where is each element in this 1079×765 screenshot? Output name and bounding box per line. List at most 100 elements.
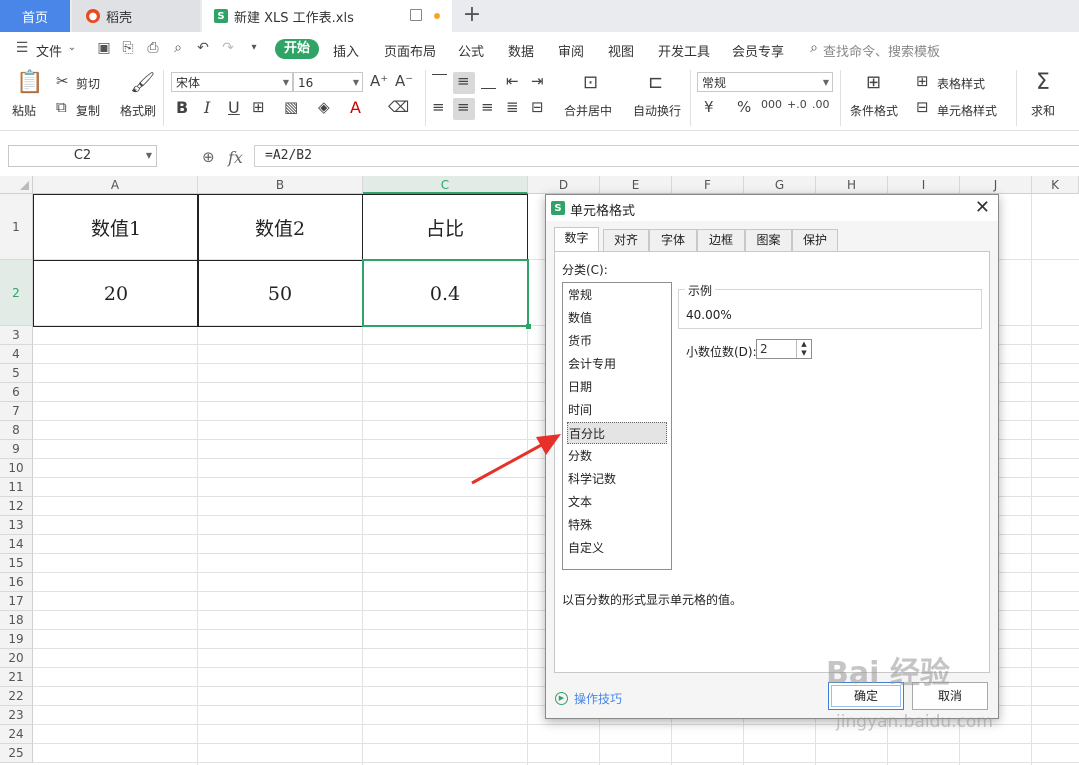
redo-icon[interactable]: ↷ <box>220 40 236 56</box>
window-icon[interactable] <box>410 9 422 21</box>
spin-arrows-icon[interactable]: ▲ ▼ <box>796 340 811 358</box>
italic-icon[interactable]: I <box>204 98 210 117</box>
dialog-tab-5[interactable]: 保护 <box>792 229 838 251</box>
conditional-format-button[interactable]: 条件格式 <box>850 102 898 119</box>
select-all-corner[interactable] <box>0 176 33 194</box>
column-header-C[interactable]: C <box>363 176 528 194</box>
row-header-24[interactable]: 24 <box>0 725 33 744</box>
increase-decimal-icon[interactable]: +.0 <box>787 98 807 111</box>
row-header-12[interactable]: 12 <box>0 497 33 516</box>
conditional-format-icon[interactable]: ⊞ <box>866 72 881 93</box>
number-format-select[interactable]: 常规 ▼ <box>697 72 833 92</box>
table-style-button[interactable]: 表格样式 <box>937 75 985 92</box>
print-preview-icon[interactable]: ⌕ <box>170 40 186 56</box>
thousands-icon[interactable]: 000 <box>761 98 782 111</box>
copy-icon[interactable]: ⧉ <box>56 98 67 116</box>
row-header-18[interactable]: 18 <box>0 611 33 630</box>
paste-button[interactable]: 粘贴 <box>12 102 36 119</box>
undo-icon[interactable]: ↶ <box>195 40 211 56</box>
decrease-indent-icon[interactable]: ⇤ <box>506 72 519 90</box>
category-item[interactable]: 时间 <box>567 399 667 421</box>
category-item[interactable]: 自定义 <box>567 537 667 559</box>
increase-indent-icon[interactable]: ⇥ <box>531 72 544 90</box>
hamburger-menu-icon[interactable]: ☰ <box>14 40 30 56</box>
dialog-tab-2[interactable]: 字体 <box>649 229 697 251</box>
fill-handle[interactable] <box>526 324 531 329</box>
wrap-text-icon[interactable]: ⊏ <box>648 72 663 93</box>
cell-style-button[interactable]: 单元格样式 <box>937 102 997 119</box>
eraser-icon[interactable]: ⌫ <box>388 98 409 116</box>
chevron-down-icon[interactable]: ⌄ <box>64 40 80 56</box>
dialog-tab-4[interactable]: 图案 <box>745 229 792 251</box>
paste-icon[interactable]: 📋 <box>16 70 43 95</box>
column-header-H[interactable]: H <box>816 176 888 194</box>
scissors-icon[interactable]: ✂ <box>56 72 69 90</box>
menu-developer[interactable]: 开发工具 <box>658 41 710 60</box>
row-header-4[interactable]: 4 <box>0 345 33 364</box>
dialog-tab-0[interactable]: 数字 <box>554 227 599 251</box>
cell-A1[interactable]: 数值1 <box>33 194 199 261</box>
cell-style-icon[interactable]: ⊟ <box>916 98 929 116</box>
increase-font-icon[interactable]: A⁺ <box>370 72 388 90</box>
row-header-15[interactable]: 15 <box>0 554 33 573</box>
menu-formula[interactable]: 公式 <box>458 41 484 60</box>
table-style-icon[interactable]: ⊞ <box>916 72 929 90</box>
align-top-icon[interactable]: ⎺ <box>432 72 447 90</box>
percent-icon[interactable]: % <box>737 98 751 116</box>
row-header-23[interactable]: 23 <box>0 706 33 725</box>
add-tab-button[interactable]: + <box>460 3 484 27</box>
category-item[interactable]: 数值 <box>567 307 667 329</box>
row-header-20[interactable]: 20 <box>0 649 33 668</box>
sum-icon[interactable]: Σ <box>1036 70 1050 95</box>
font-color-icon[interactable]: A <box>350 98 361 117</box>
row-header-22[interactable]: 22 <box>0 687 33 706</box>
save-icon[interactable]: ▣ <box>96 40 112 56</box>
column-header-D[interactable]: D <box>528 176 600 194</box>
row-header-6[interactable]: 6 <box>0 383 33 402</box>
row-header-2[interactable]: 2 <box>0 260 33 326</box>
menu-file[interactable]: 文件 <box>36 41 62 60</box>
tab-document[interactable]: S 新建 XLS 工作表.xls <box>202 0 452 32</box>
merge-center-icon[interactable]: ⊡ <box>583 72 598 93</box>
row-header-16[interactable]: 16 <box>0 573 33 592</box>
category-item[interactable]: 特殊 <box>567 514 667 536</box>
category-item[interactable]: 百分比 <box>567 422 667 444</box>
cell-A2[interactable]: 20 <box>33 260 199 327</box>
tips-link[interactable]: ▶ 操作技巧 <box>555 690 622 707</box>
decrease-font-icon[interactable]: A⁻ <box>395 72 413 90</box>
cell-B2[interactable]: 50 <box>197 260 363 327</box>
export-icon[interactable]: ⎘ <box>120 40 136 56</box>
category-item[interactable]: 科学记数 <box>567 468 667 490</box>
font-name-select[interactable]: 宋体 ▼ <box>171 72 293 92</box>
row-header-8[interactable]: 8 <box>0 421 33 440</box>
column-header-F[interactable]: F <box>672 176 744 194</box>
cell-B1[interactable]: 数值2 <box>197 194 363 261</box>
column-header-E[interactable]: E <box>600 176 672 194</box>
category-list[interactable]: 常规 数值 货币 会计专用 日期 时间 百分比 分数 科学记数 文本 特殊 自定义 <box>562 282 672 570</box>
menu-insert[interactable]: 插入 <box>333 41 359 60</box>
column-header-J[interactable]: J <box>960 176 1032 194</box>
distributed-icon[interactable]: ⊟ <box>531 98 544 116</box>
align-right-icon[interactable]: ≡ <box>481 98 494 116</box>
column-header-G[interactable]: G <box>744 176 816 194</box>
category-item[interactable]: 日期 <box>567 376 667 398</box>
border-icon[interactable]: ⊞ <box>252 98 265 116</box>
format-painter-button[interactable]: 格式刷 <box>120 102 156 119</box>
dialog-title-bar[interactable]: S 单元格格式 ✕ <box>546 195 998 221</box>
command-search[interactable]: 查找命令、搜索模板 <box>823 41 940 60</box>
row-header-7[interactable]: 7 <box>0 402 33 421</box>
format-painter-icon[interactable]: 🖌 <box>130 70 155 94</box>
row-header-19[interactable]: 19 <box>0 630 33 649</box>
align-bottom-icon[interactable]: ⎽ <box>481 72 496 90</box>
category-item[interactable]: 文本 <box>567 491 667 513</box>
zoom-icon[interactable]: ⊕ <box>202 148 215 166</box>
currency-icon[interactable]: ¥ <box>704 98 714 116</box>
category-item[interactable]: 会计专用 <box>567 353 667 375</box>
row-header-5[interactable]: 5 <box>0 364 33 383</box>
align-center-icon[interactable]: ≡ <box>457 98 470 116</box>
row-header-9[interactable]: 9 <box>0 440 33 459</box>
fill-color-icon[interactable]: ◈ <box>318 98 330 116</box>
row-header-25[interactable]: 25 <box>0 744 33 763</box>
cell-C1[interactable]: 占比 <box>362 194 528 261</box>
category-item[interactable]: 分数 <box>567 445 667 467</box>
